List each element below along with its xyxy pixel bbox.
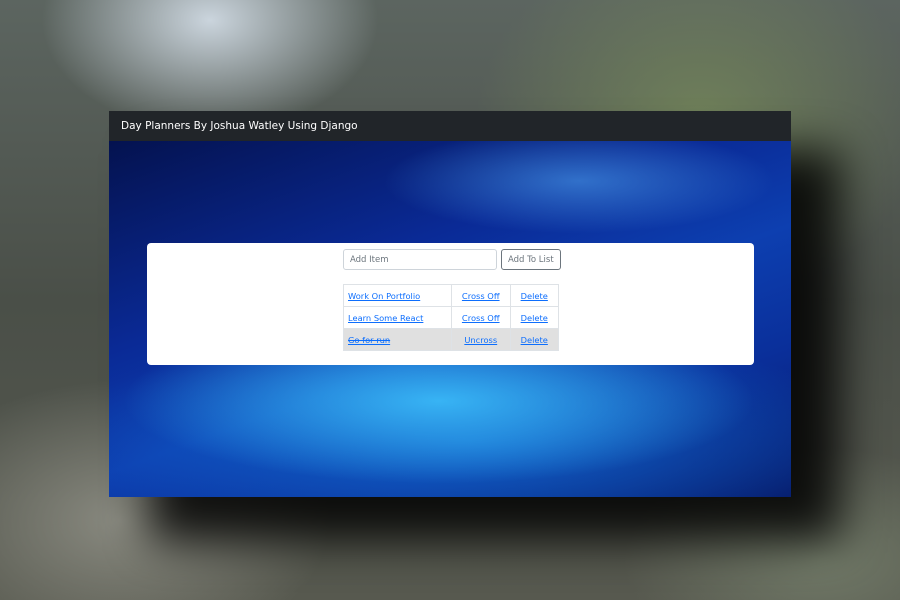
delete-link[interactable]: Delete (521, 313, 548, 323)
uncross-cell: Uncross (451, 328, 511, 351)
todo-item-link[interactable]: Work On Portfolio (348, 291, 420, 301)
delete-cell: Delete (509, 284, 559, 307)
todo-row-completed: Go for run Uncross Delete (343, 328, 559, 351)
add-to-list-button[interactable]: Add To List (501, 249, 561, 270)
cross-off-link[interactable]: Cross Off (462, 291, 500, 301)
delete-link[interactable]: Delete (521, 291, 548, 301)
navbar-brand[interactable]: Day Planners By Joshua Watley Using Djan… (121, 120, 358, 132)
todo-item-cell: Go for run (343, 328, 452, 351)
todo-item-link[interactable]: Learn Some React (348, 313, 423, 323)
todo-item-cell: Learn Some React (343, 306, 452, 329)
todo-row: Work On Portfolio Cross Off Delete (343, 284, 559, 307)
page-content: Add To List Work On Portfolio Cross Off … (109, 141, 791, 497)
uncross-link[interactable]: Uncross (464, 335, 497, 345)
add-item-input[interactable] (343, 249, 497, 270)
delete-link[interactable]: Delete (521, 335, 548, 345)
todo-table: Work On Portfolio Cross Off Delete Learn… (343, 284, 559, 351)
navbar: Day Planners By Joshua Watley Using Djan… (109, 111, 791, 141)
todo-item-link-completed[interactable]: Go for run (348, 335, 390, 345)
todo-row: Learn Some React Cross Off Delete (343, 306, 559, 329)
cross-off-cell: Cross Off (451, 306, 511, 329)
cross-off-cell: Cross Off (451, 284, 511, 307)
todo-card: Add To List Work On Portfolio Cross Off … (147, 243, 754, 365)
browser-window: Day Planners By Joshua Watley Using Djan… (109, 111, 791, 497)
delete-cell: Delete (509, 328, 559, 351)
add-item-form: Add To List (343, 249, 561, 270)
cross-off-link[interactable]: Cross Off (462, 313, 500, 323)
todo-item-cell: Work On Portfolio (343, 284, 452, 307)
delete-cell: Delete (509, 306, 559, 329)
